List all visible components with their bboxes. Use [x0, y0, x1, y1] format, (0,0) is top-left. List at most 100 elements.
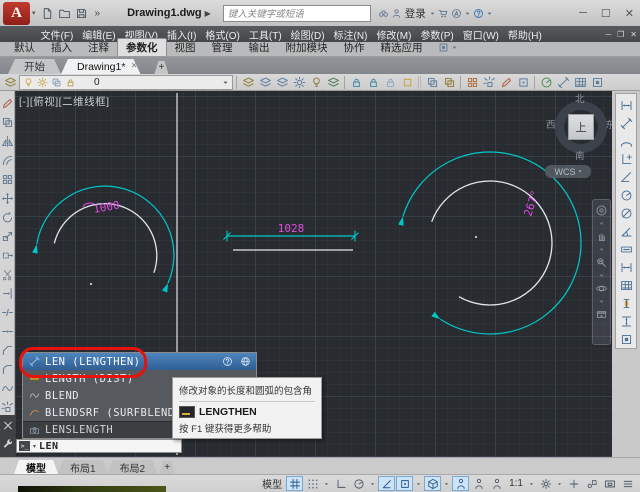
layer-on-icon[interactable] — [22, 76, 35, 89]
workspace-switching-button[interactable] — [537, 476, 554, 491]
parameters-manager[interactable] — [616, 276, 636, 294]
array-tool[interactable] — [0, 170, 15, 189]
fillet-tool[interactable] — [0, 360, 15, 379]
quick-select-button[interactable] — [555, 74, 571, 90]
window-close-button[interactable]: ✕ — [625, 7, 634, 20]
isometric-drafting-toggle[interactable] — [378, 476, 396, 491]
measure-button[interactable] — [538, 74, 554, 90]
layout-tab-布局1[interactable]: 布局1 — [58, 460, 108, 474]
file-tab-drawing1[interactable]: Drawing1* ✕ — [61, 59, 151, 74]
sign-in-button[interactable]: 登录 — [405, 6, 426, 21]
app-menu-button[interactable]: A — [3, 1, 30, 25]
layer-unlock-button[interactable] — [365, 74, 381, 90]
layout-tab-模型[interactable]: 模型 — [14, 460, 58, 474]
layer-walk-button[interactable] — [399, 74, 415, 90]
dim-text-angle[interactable]: 267° — [521, 189, 542, 218]
ucs-selector[interactable]: WCS ▾ — [545, 165, 591, 178]
quick-calc-button[interactable] — [572, 74, 588, 90]
command-window-close-icon[interactable] — [2, 419, 14, 431]
layer-viewport-freeze-icon[interactable] — [50, 76, 63, 89]
vertical-constraint[interactable] — [616, 312, 636, 330]
layer-freeze-button[interactable] — [291, 74, 307, 90]
extend-tool[interactable] — [0, 284, 15, 303]
ribbon-tab-管理[interactable]: 管理 — [204, 39, 241, 56]
snap-mode-toggle[interactable] — [304, 476, 321, 491]
group-selection-toggle[interactable] — [515, 74, 531, 90]
model-space-label[interactable]: 模型 — [262, 476, 282, 491]
a360-dropdown-icon[interactable] — [463, 5, 472, 21]
copy-nested-objects-button[interactable] — [441, 74, 457, 90]
command-suggestion-len[interactable]: LEN (LENGTHEN) — [23, 353, 256, 370]
menu-item-11[interactable]: 帮助(H) — [503, 27, 546, 42]
ungroup-button[interactable] — [481, 74, 497, 90]
layout-tab-布局2[interactable]: 布局2 — [108, 460, 158, 474]
annotation-scale-dropdown[interactable] — [527, 476, 536, 491]
arc-length-dimension[interactable] — [616, 132, 636, 150]
file-tab-close-icon[interactable]: ✕ — [131, 61, 138, 70]
view-cube-south-label[interactable]: 南 — [575, 148, 585, 162]
length-command-icon[interactable] — [27, 372, 41, 386]
linear-constraint[interactable] — [616, 96, 636, 114]
len-command-icon[interactable] — [27, 355, 41, 369]
ribbon-tab-注释[interactable]: 注释 — [80, 39, 117, 56]
polar-settings-dropdown[interactable] — [368, 476, 377, 491]
isolate-objects-button[interactable] — [583, 476, 600, 491]
doc-restore-button[interactable]: ❐ — [617, 30, 624, 39]
layer-unisolate-button[interactable] — [274, 74, 290, 90]
view-cube-top-face[interactable]: 上 — [568, 114, 594, 140]
zoom-button-dropdown[interactable] — [594, 272, 609, 279]
object-snap-3d-toggle[interactable] — [424, 476, 442, 491]
showmotion-button[interactable] — [594, 307, 609, 322]
help-icon[interactable] — [472, 7, 485, 20]
blend-curves-tool[interactable] — [0, 379, 15, 398]
layer-make-current-button[interactable] — [325, 74, 341, 90]
app-store-cart-icon[interactable] — [437, 7, 450, 20]
mirror-tool[interactable] — [0, 132, 15, 151]
polar-tracking-toggle[interactable] — [350, 476, 367, 491]
layer-thaw-icon[interactable] — [36, 76, 49, 89]
chamfer-tool[interactable] — [0, 341, 15, 360]
object-snap-toggle[interactable] — [396, 476, 414, 491]
command-line[interactable]: >_ ▾ LEN — [16, 439, 182, 453]
ribbon-tab-视图[interactable]: 视图 — [167, 39, 204, 56]
status-customization-menu[interactable] — [619, 476, 636, 491]
view-cube[interactable]: 上 北 西 东 南 — [546, 93, 612, 162]
osnap3d-settings-dropdown[interactable] — [442, 476, 451, 491]
layer-selector[interactable]: 0 — [19, 74, 233, 90]
new-drawing-tab-button[interactable]: + — [154, 61, 168, 74]
navigation-wheel-button-dropdown[interactable] — [594, 220, 609, 227]
command-window-customize-icon[interactable] — [2, 437, 14, 449]
window-minimize-button[interactable]: ─ — [579, 7, 587, 19]
doc-close-button[interactable]: ✕ — [630, 30, 637, 39]
dim-text-arc-length[interactable]: 1000 — [92, 199, 120, 216]
command-history-dropdown-icon[interactable]: ▾ — [33, 443, 36, 450]
layer-state-button[interactable] — [240, 74, 256, 90]
trim-tool[interactable] — [0, 265, 15, 284]
pan-button[interactable] — [594, 229, 609, 244]
angular-constraint[interactable] — [616, 222, 636, 240]
rotate-tool[interactable] — [0, 208, 15, 227]
blend-command-icon[interactable] — [27, 389, 41, 403]
ribbon-minimize-button[interactable] — [437, 39, 459, 55]
move-tool[interactable] — [0, 189, 15, 208]
aligned-constraint[interactable] — [616, 114, 636, 132]
doc-minimize-button[interactable]: ─ — [605, 30, 611, 39]
layer-unlock-icon[interactable] — [64, 76, 77, 89]
stretch-tool[interactable] — [0, 246, 15, 265]
zoom-button[interactable] — [594, 255, 609, 270]
radius-constraint[interactable] — [616, 186, 636, 204]
angular-dimension[interactable] — [402, 151, 582, 335]
layer-lock-button[interactable] — [348, 74, 364, 90]
pan-button-dropdown[interactable] — [594, 246, 609, 253]
diameter-constraint[interactable] — [616, 204, 636, 222]
navigation-wheel-button[interactable] — [594, 203, 609, 218]
orbit-button[interactable] — [594, 281, 609, 296]
ribbon-tab-附加模块[interactable]: 附加模块 — [278, 39, 336, 56]
match-properties-button[interactable] — [424, 74, 440, 90]
ribbon-tab-输出[interactable]: 输出 — [241, 39, 278, 56]
layer-properties-button[interactable] — [2, 74, 18, 90]
clean-screen-button[interactable] — [601, 476, 618, 491]
layer-color-swatch[interactable] — [78, 76, 91, 89]
annotation-scale-value[interactable]: 1:1 — [509, 478, 523, 489]
customization-plus-button[interactable] — [565, 476, 582, 491]
